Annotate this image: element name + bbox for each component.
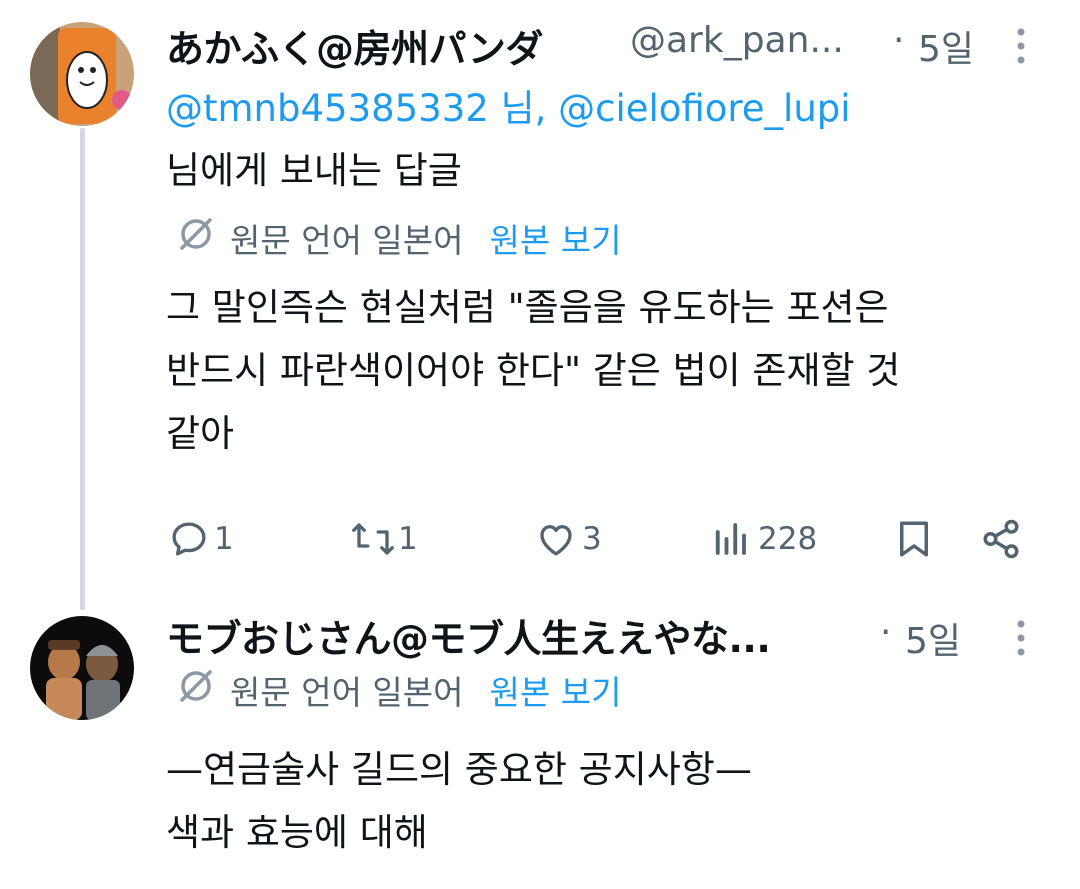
- translation-label: 원문 언어 일본어: [230, 673, 464, 712]
- translate-icon: [176, 666, 216, 714]
- bookmark-icon: [900, 521, 928, 557]
- author-name[interactable]: あかふく@房州パンダ: [166, 18, 543, 73]
- share-icon: [983, 519, 1019, 559]
- separator-dot: ·: [893, 20, 905, 61]
- view-original-link[interactable]: 원본 보기: [490, 214, 622, 262]
- reply-icon: [172, 522, 206, 556]
- analytics-icon: [715, 523, 746, 555]
- tweet-text: —연금술사 길드의 중요한 공지사항— 색과 효능에 대해: [166, 738, 752, 864]
- mention-suffix: 님,: [488, 87, 559, 130]
- timestamp[interactable]: 5일: [918, 20, 974, 72]
- translation-bar: 원문 언어 일본어 원본 보기: [176, 214, 621, 262]
- mention-link[interactable]: @tmnb45385332: [166, 87, 489, 130]
- mention-link[interactable]: @cielofiore_lupi: [558, 87, 850, 130]
- reply-count: 1: [214, 521, 234, 557]
- author-handle[interactable]: @ark_pan...: [630, 20, 844, 61]
- timestamp[interactable]: 5일: [905, 612, 961, 664]
- views-button[interactable]: 228: [712, 518, 817, 560]
- tweet-text-line: 같아: [166, 412, 235, 455]
- avatar[interactable]: [30, 616, 134, 720]
- translation-label: 원문 언어 일본어: [230, 221, 464, 260]
- more-vertical-icon[interactable]: [1014, 618, 1028, 662]
- reply-to-label: 님에게 보내는 답글: [166, 149, 462, 192]
- author-name[interactable]: モブおじさん@モブ人生ええやな...: [166, 608, 771, 663]
- avatar-image: [30, 22, 134, 126]
- reply-to-line: @tmnb45385332 님, @cielofiore_lupi: [166, 78, 851, 132]
- separator-dot: ·: [880, 612, 892, 653]
- tweet-text-line: 반드시 파란색이어야 한다" 같은 법이 존재할 것: [166, 349, 901, 392]
- retweet-count: 1: [398, 521, 418, 557]
- like-count: 3: [582, 521, 602, 557]
- tweet-text-line: 색과 효능에 대해: [166, 811, 428, 854]
- translate-icon: [176, 214, 216, 262]
- tweet-text: 그 말인즉슨 현실처럼 "졸음을 유도하는 포션은 반드시 파란색이어야 한다"…: [166, 276, 900, 465]
- view-original-link[interactable]: 원본 보기: [490, 666, 622, 714]
- avatar[interactable]: [30, 22, 134, 126]
- reply-button[interactable]: 1: [168, 518, 234, 560]
- retweet-icon: [352, 523, 394, 555]
- thread-line: [80, 128, 85, 610]
- views-count: 228: [758, 521, 818, 557]
- translation-bar: 원문 언어 일본어 원본 보기: [176, 666, 621, 714]
- retweet-button[interactable]: 1: [350, 518, 418, 560]
- avatar-image: [30, 616, 134, 720]
- share-button[interactable]: [980, 518, 1022, 564]
- tweet-text-line: 그 말인즉슨 현실처럼 "졸음을 유도하는 포션은: [166, 286, 889, 329]
- like-button[interactable]: 3: [534, 518, 602, 560]
- bookmark-button[interactable]: [894, 518, 934, 564]
- more-vertical-icon[interactable]: [1014, 26, 1028, 70]
- heart-icon: [540, 525, 572, 556]
- tweet-text-line: —연금술사 길드의 중요한 공지사항—: [166, 748, 752, 791]
